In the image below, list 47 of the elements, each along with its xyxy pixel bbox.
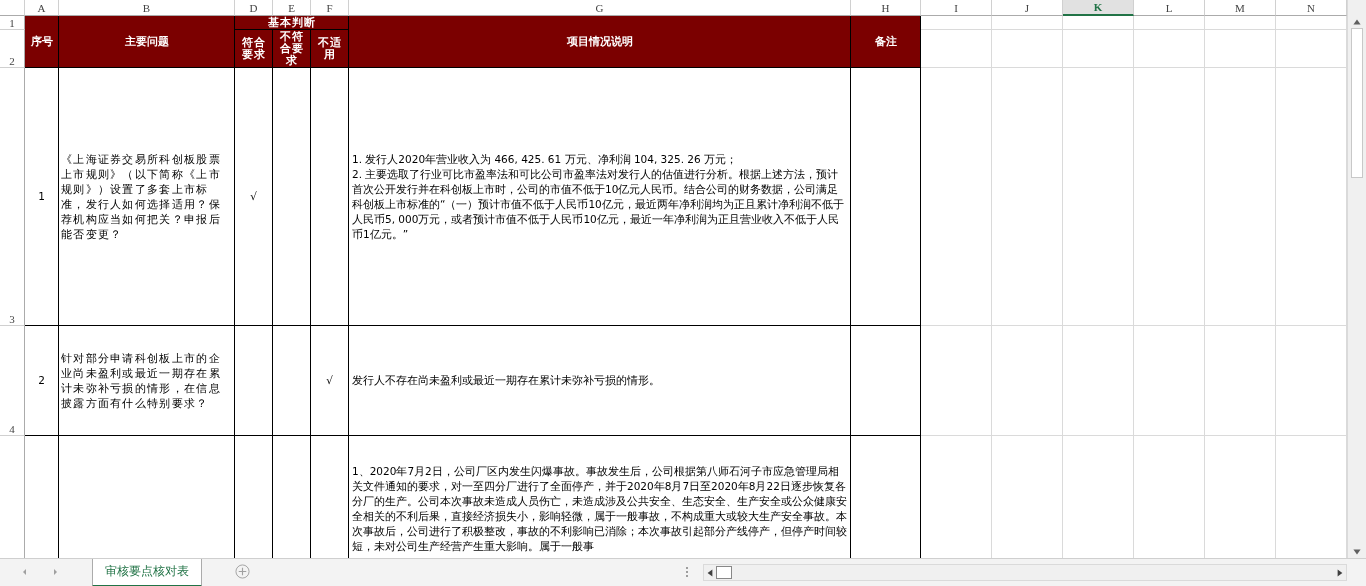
splitter-icon[interactable] xyxy=(685,566,689,578)
header-cell: 基本判断 xyxy=(235,16,349,30)
header-cell: 不符合要求 xyxy=(273,30,311,68)
header-cell: 项目情况说明 xyxy=(349,16,851,68)
column-header[interactable]: G xyxy=(349,0,851,16)
cell-text: 2. 主要选取了行业可比市盈率法和可比公司市盈率法对发行人的估值进行分析。根据上述方法，预计首次公开发行并在科创板上市时，公司的市值不低于10亿元人民币。结合公司的财务数据，公司满足科创板上市标准的“（一）预计市值不低于人民币10亿元，最近两年净利润均为正且累计净利润不低于人民币5, 000万元，或者预计市值不低于人民币10亿元，最近一年净利润为正且营业收入不低于人民币1亿元。” xyxy=(352,166,845,242)
row-header[interactable]: 2 xyxy=(0,30,25,68)
column-header[interactable]: I xyxy=(921,0,992,16)
cell-text: 发行人不存在尚未盈利或最近一期存在累计未弥补亏损的情形。 xyxy=(352,373,661,388)
cell-text: 1、2020年7月2日，公司厂区内发生闪爆事故。事故发生后，公司根据第八师石河子市应急管理局相关文件通知的要求，对一至四分厂进行了全面停产，并于2020年8月7日至2020年8月22日逐步恢复各分厂的生产。公司本次事故未造成人员伤亡，未造成涉及公共安全、生态安全、生产安全或公众健康安全相关的不利后果，直接经济损失小，影响轻微，属于一般事故，不构成重大或较大生产安全事故。本次事故后，公司进行了积极整改，事故的不利影响已消除；本次事故引起部分产线停产，但停产时间较短，未对公司生产经营产生重大影响。属于一般事 xyxy=(352,464,847,554)
column-header[interactable]: J xyxy=(992,0,1063,16)
scroll-thumb[interactable] xyxy=(1351,28,1363,178)
header-cell: 序号 xyxy=(25,16,59,68)
column-header[interactable]: B xyxy=(59,0,235,16)
table-cell[interactable]: 发行人不存在尚未盈利或最近一期存在累计未弥补亏损的情形。 xyxy=(349,326,851,436)
column-header[interactable]: F xyxy=(311,0,349,16)
table-cell[interactable] xyxy=(349,68,851,326)
vertical-scrollbar[interactable] xyxy=(1347,0,1366,558)
table-cell: 《上海证券交易所科创板股票上市规则》（以下简称《上市规则》）设置了多套上市标准，发行人如何选择适用？保荐机构应当如何把关？申报后能否变更？ xyxy=(59,68,235,326)
scroll-thumb[interactable] xyxy=(716,566,732,579)
row-header[interactable]: 4 xyxy=(0,326,25,436)
check-mark: √ xyxy=(235,68,273,326)
column-header[interactable]: H xyxy=(851,0,921,16)
table-cell: 针对部分申请科创板上市的企业尚未盈利或最近一期存在累计未弥补亏损的情形，在信息披露方面有什么特别要求？ xyxy=(59,326,235,436)
check-mark: √ xyxy=(311,326,349,436)
column-header[interactable]: D xyxy=(235,0,273,16)
column-header[interactable]: A xyxy=(25,0,59,16)
table-cell: 2 xyxy=(25,326,59,436)
empty-cell[interactable] xyxy=(851,326,921,436)
column-header[interactable]: K xyxy=(1063,0,1134,16)
header-cell: 主要问题 xyxy=(59,16,235,68)
header-cell: 符合要求 xyxy=(235,30,273,68)
header-cell: 备注 xyxy=(851,16,921,68)
empty-cell[interactable] xyxy=(273,326,311,436)
column-header[interactable]: L xyxy=(1134,0,1205,16)
column-header[interactable]: M xyxy=(1205,0,1276,16)
table-cell: 1 xyxy=(25,68,59,326)
horizontal-scrollbar[interactable] xyxy=(703,564,1347,581)
row-header[interactable]: 3 xyxy=(0,68,25,326)
select-all-corner[interactable] xyxy=(0,0,25,16)
sheet-tab[interactable]: 审核要点核对表 xyxy=(92,559,202,586)
column-header[interactable]: E xyxy=(273,0,311,16)
add-sheet-icon[interactable] xyxy=(235,564,250,579)
header-cell: 不适用 xyxy=(311,30,349,68)
empty-cell[interactable] xyxy=(235,326,273,436)
column-header[interactable]: N xyxy=(1276,0,1347,16)
cell-text: 1. 发行人2020年营业收入为 466, 425. 61 万元、净利润 104, 325. 26 万元； xyxy=(352,151,739,167)
